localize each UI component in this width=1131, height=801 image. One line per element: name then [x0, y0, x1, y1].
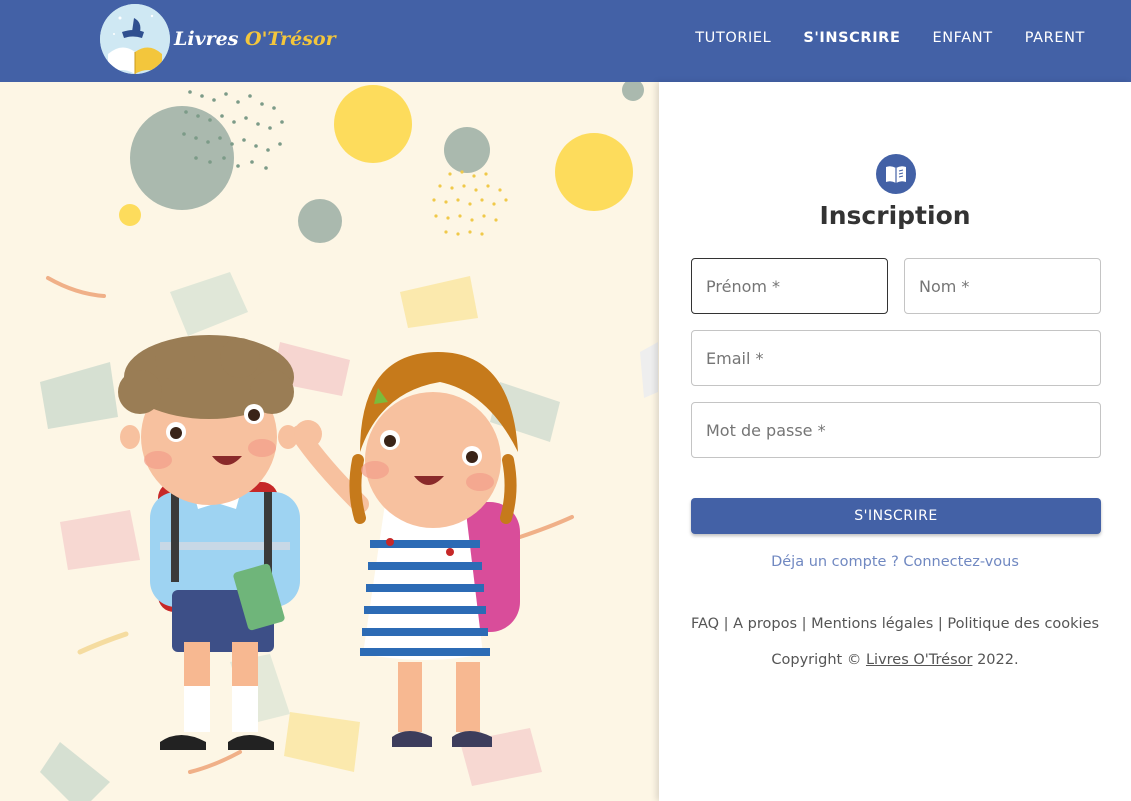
page-title: Inscription [819, 201, 971, 230]
lastname-placeholder: Nom * [919, 276, 970, 296]
brand-name: Livres O'Trésor [174, 28, 336, 50]
footer-separator: | [797, 616, 812, 632]
footer-link-cookies[interactable]: Politique des cookies [947, 616, 1099, 632]
brand-logo[interactable]: Livres O'Trésor [100, 4, 336, 76]
hero-illustration [0, 82, 659, 801]
footer-link-legal[interactable]: Mentions légales [811, 616, 933, 632]
nav-parent[interactable]: PARENT [1025, 30, 1085, 46]
footer-separator: | [933, 616, 948, 632]
book-open-icon [876, 154, 916, 194]
copyright-prefix: Copyright © [771, 652, 866, 668]
nav-enfant[interactable]: ENFANT [932, 30, 992, 46]
firstname-placeholder: Prénom * [706, 276, 781, 296]
email-placeholder: Email * [706, 348, 764, 368]
copyright-brand-link[interactable]: Livres O'Trésor [866, 652, 973, 668]
email-field[interactable]: Email * [691, 330, 1101, 386]
login-link[interactable]: Déja un compte ? Connectez-vous [659, 554, 1131, 570]
footer-link-about[interactable]: A propos [733, 616, 797, 632]
firstname-field[interactable]: Prénom * [691, 258, 888, 314]
top-navbar: Livres O'Trésor TUTORIEL S'INSCRIRE ENFA… [0, 0, 1131, 82]
logo-badge-icon [100, 4, 170, 74]
main-nav: TUTORIEL S'INSCRIRE ENFANT PARENT [695, 30, 1085, 46]
copyright: Copyright © Livres O'Trésor 2022. [659, 652, 1131, 668]
signup-button[interactable]: S'INSCRIRE [691, 498, 1101, 534]
footer-link-faq[interactable]: FAQ [691, 616, 719, 632]
password-field[interactable]: Mot de passe * [691, 402, 1101, 458]
signup-panel: Inscription Prénom * Nom * Email * Mot d… [659, 82, 1131, 801]
lastname-field[interactable]: Nom * [904, 258, 1101, 314]
footer-separator: | [719, 616, 734, 632]
footer-links: FAQ | A propos | Mentions légales | Poli… [659, 616, 1131, 632]
girl-illustration [291, 352, 520, 747]
nav-tutoriel[interactable]: TUTORIEL [695, 30, 771, 46]
copyright-suffix: 2022. [972, 652, 1019, 668]
nav-sinscrire[interactable]: S'INSCRIRE [803, 30, 900, 46]
password-placeholder: Mot de passe * [706, 420, 826, 440]
